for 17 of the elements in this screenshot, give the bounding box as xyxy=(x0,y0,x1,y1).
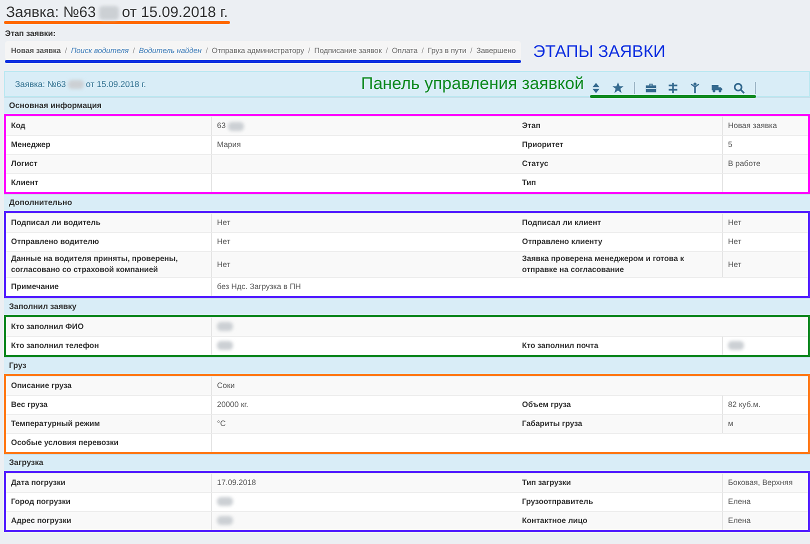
section-header: Груз xyxy=(4,356,810,374)
title-date: от 15.09.2018 г. xyxy=(122,4,228,21)
signpost-icon[interactable] xyxy=(666,82,679,94)
panel-title: Заявка: №63 xyxy=(15,79,66,89)
search-icon[interactable] xyxy=(732,82,745,94)
section-header: Заполнил заявку xyxy=(4,298,810,315)
section-header: Загрузка xyxy=(4,454,810,471)
stage-label: Этап заявки: xyxy=(5,29,57,38)
person-icon[interactable] xyxy=(688,82,701,94)
star-icon[interactable] xyxy=(612,82,624,94)
section-header: Основная информация xyxy=(4,97,810,114)
title-text: Заявка: №63 xyxy=(6,4,96,21)
annotation-label: Панель управления заявкой xyxy=(361,74,584,94)
section-header: Дополнительно xyxy=(4,194,810,211)
annotation-label: ЭТАПЫ ЗАЯВКИ xyxy=(533,42,666,62)
panel-date: от 15.09.2018 г. xyxy=(86,79,146,89)
briefcase-icon[interactable] xyxy=(644,82,657,94)
